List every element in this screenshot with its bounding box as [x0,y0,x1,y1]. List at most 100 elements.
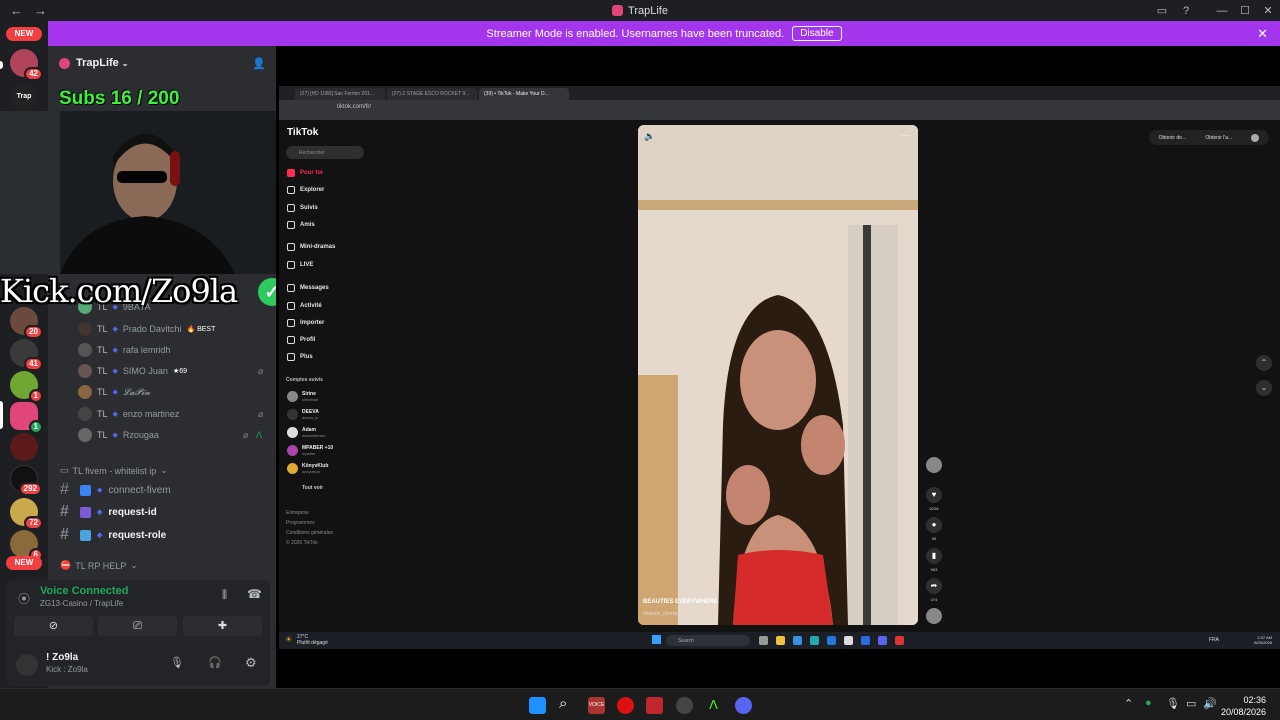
taskbar-app-icon[interactable] [759,636,768,645]
help-icon[interactable]: ? [1175,0,1197,21]
voice-member[interactable]: TL ◆ SIMO Juan ★69 ⌀ [78,362,263,380]
opera-icon[interactable] [895,636,904,645]
nav-suivis[interactable]: Suivis [287,204,318,212]
voice-member[interactable]: TL ◆ Rzougaa ⌀ Λ [78,426,262,444]
store-icon[interactable] [810,636,819,645]
network-icon[interactable]: ▭ [1186,697,1196,710]
kick-app-icon[interactable]: Λ [705,697,722,714]
followed-account[interactable]: MPABER +10 mpaber [287,445,333,456]
maximize-button[interactable]: ☐ [1234,0,1256,21]
server-icon[interactable]: 6 [10,530,43,562]
avatar[interactable] [16,654,38,676]
headphones-icon[interactable]: 🎧 [208,656,222,669]
nav-plus[interactable]: Plus [287,353,313,361]
system-clock[interactable]: 02:36 20/08/2026 [1221,694,1266,718]
settings-gear-icon[interactable]: ⚙ [245,655,257,671]
opera-gx-icon[interactable] [617,697,634,714]
close-banner-icon[interactable]: ✕ [1257,26,1268,42]
nav-importer[interactable]: Importer [287,319,324,327]
footer-link[interactable]: Programmes [286,520,315,526]
mail-icon[interactable] [793,636,802,645]
steelseries-icon[interactable] [676,697,693,714]
category-header[interactable]: ⛔ TL RP HELP ⌄ [60,560,138,571]
server-icon[interactable] [10,433,38,461]
disconnect-icon[interactable]: ☎ [247,587,262,601]
voice-member[interactable]: TL ◆ rafa lemridh [78,341,170,359]
volume-icon[interactable]: 🔈 [644,131,655,142]
server-icon[interactable]: 42 [10,49,43,81]
channel-request-role[interactable]: # ◆ request-role [60,525,166,545]
url-field[interactable]: tiktok.com/fr/ [337,104,371,110]
browser-tab-active[interactable]: (39) • TikTok - Make Your D... [479,88,569,100]
discord-icon[interactable] [878,636,887,645]
followed-account[interactable]: Adam adamimeraru [287,427,326,438]
next-video-button[interactable]: ⌄ [1256,380,1272,396]
voice-member[interactable]: TL ◆ 𝓛𝓪𝓟𝓲𝓷 [78,383,150,401]
channel-request-id[interactable]: # ◆ request-id [60,502,157,522]
nav-explorer[interactable]: Explorer [287,186,324,194]
tiktok-logo[interactable]: TikTok [287,127,318,138]
bookmark-icon[interactable]: ▮ [926,548,942,564]
tray-app-icon[interactable]: ● [1145,697,1152,709]
signal-icon[interactable]: ⦿ [18,590,30,607]
weather-widget[interactable]: 27°C Plutôt dégagé [297,634,328,646]
browser-tab[interactable]: (27) Z STAGE ESCO ROCKET 9... [387,88,477,100]
server-header[interactable]: TrapLife ⌄ 👤 [48,52,276,74]
profile-avatar[interactable] [1251,133,1260,142]
nav-activite[interactable]: Activité [287,302,322,310]
edge-icon[interactable] [827,636,836,645]
activities-button[interactable]: ✚ [183,616,262,636]
nav-profil[interactable]: Profil [287,336,315,344]
traplife-active-server-icon[interactable]: 1 [10,402,43,434]
server-icon[interactable]: 1 [10,371,43,403]
more-options-icon[interactable]: ⋯ [901,130,910,141]
author-avatar[interactable] [926,457,942,473]
file-explorer-icon[interactable] [776,636,785,645]
clutch-server-icon[interactable]: 292 [10,465,42,496]
show-hidden-icons[interactable]: ⌃ [1124,697,1133,710]
inbox-icon[interactable]: ▭ [1151,0,1173,21]
traplife-server-icon[interactable]: Trap [10,83,38,111]
nav-live[interactable]: LIVE [287,261,313,269]
camera-off-button[interactable]: ⊘ [14,616,93,636]
language-indicator[interactable]: FRA [1209,637,1219,643]
nav-amis[interactable]: Amis [287,221,315,229]
minimize-button[interactable]: — [1211,0,1233,21]
get-app-button[interactable]: Obtenir l'a... [1205,135,1232,141]
footer-link[interactable]: Conditions générales [286,530,333,536]
server-icon[interactable]: 20 [10,307,43,339]
voicemeeter-icon[interactable]: VOICE [588,697,605,714]
nav-pour-toi[interactable]: Pour toi [287,169,323,177]
tiktok-search-input[interactable]: Rechercher [286,146,364,159]
browser-tab[interactable]: (27) [HD 1080] San Fermin 201... [295,88,385,100]
footer-link[interactable]: Entreprise [286,510,309,516]
like-icon[interactable]: ♥ [926,487,942,503]
followed-account[interactable]: Sirine sirinebae [287,391,318,402]
username[interactable]: ! Zo9la [46,652,78,663]
see-all-link[interactable]: Tout voir [302,485,323,491]
taskbar-search[interactable]: Search [666,635,750,646]
comment-icon[interactable]: ● [926,517,942,533]
channel-connect-fivem[interactable]: # ◆ connect-fivem [60,480,171,500]
music-disc-icon[interactable] [926,608,942,624]
chrome-icon[interactable] [844,636,853,645]
start-icon[interactable] [652,635,661,644]
server-icon[interactable]: 41 [10,339,43,371]
volume-icon[interactable]: 🔊 [1203,697,1217,710]
voice-member[interactable]: TL ◆ Prado Davitchi 🔥 BEST [78,320,215,338]
server-icon[interactable]: 72 [10,498,43,530]
close-window-button[interactable]: ✕ [1257,0,1279,21]
share-icon[interactable]: ➦ [926,578,942,594]
nav-mini-dramas[interactable]: Mini-dramas [287,243,335,251]
voice-channel-label[interactable]: ZG13-Casino / TrapLife [40,599,123,608]
disable-streamer-mode-button[interactable]: Disable [792,26,842,41]
followed-account[interactable]: KönyvKlub konyvklub [287,463,328,474]
discord-icon[interactable] [735,697,752,714]
get-coins-button[interactable]: Obtenir de... [1159,135,1187,141]
noise-suppression-icon[interactable]: ⫼ [222,589,227,602]
category-header[interactable]: ▭ TL fivem - whitelist ip ⌄ [60,465,168,476]
microphone-tray-icon[interactable]: 🎙 [1166,697,1180,710]
windows-start-icon[interactable] [529,697,546,714]
search-icon[interactable]: ⌕ [559,695,576,712]
followed-account[interactable]: DEEVA deeva_io [287,409,319,420]
